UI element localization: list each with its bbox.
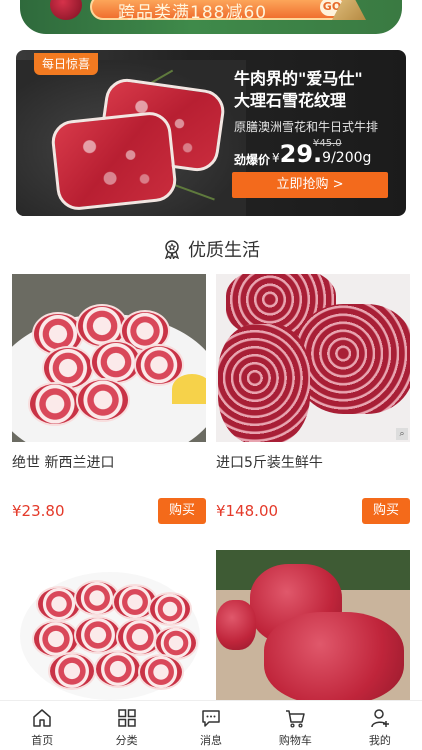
beef-shank-image (218, 324, 310, 442)
price-unit: /200g (331, 150, 372, 166)
product-image-beef-shank[interactable]: ⌕ (216, 274, 410, 442)
product-price: ¥148.00 (216, 502, 279, 520)
beef-fillet-image (216, 600, 256, 650)
lemon-slice-image (172, 374, 206, 404)
tab-label: 分类 (115, 734, 138, 747)
product-card[interactable]: ⌕ 进口5斤装生鲜牛 ¥148.00 购买 (216, 274, 410, 524)
cart-icon (286, 710, 306, 728)
product-card[interactable]: 绝世 新西兰进口 ¥23.80 购买 (12, 274, 206, 524)
daily-surprise-card[interactable]: 每日惊喜 牛肉界的"爱马仕" 大理石雪花纹理 原膳澳洲雪花和牛日式牛排 ¥45.… (16, 50, 406, 216)
buy-button[interactable]: 购买 (362, 498, 410, 524)
daily-surprise-tag: 每日惊喜 (34, 53, 99, 75)
promo-headline-line2: 大理石雪花纹理 (234, 91, 347, 110)
grid-icon (117, 709, 136, 727)
user-add-icon (371, 709, 389, 728)
meat-roll (138, 654, 184, 690)
promo-pill: 跨品类满188减60 GO (90, 0, 352, 23)
bottom-tab-bar: 首页 分类 消息 购物车 我的 (0, 700, 422, 750)
tab-label: 首页 (31, 734, 54, 747)
product-image-beef-rolls[interactable] (12, 550, 206, 700)
beef-shank-image (296, 304, 410, 414)
promo-headline: 牛肉界的"爱马仕" 大理石雪花纹理 (234, 68, 363, 112)
product-card[interactable] (216, 550, 410, 700)
meat-roll (94, 650, 142, 688)
price-label: 劲爆价 (234, 153, 271, 167)
promo-pill-text: 跨品类满188减60 (118, 3, 268, 23)
promo-price: 劲爆价 ¥29.9/200g (234, 140, 371, 168)
product-image-beef-fillet[interactable] (216, 550, 410, 700)
ribbon-badge-icon (164, 240, 180, 259)
product-name[interactable]: 进口5斤装生鲜牛 (216, 452, 410, 472)
top-promo-banner[interactable]: 跨品类满188减60 GO (20, 0, 402, 34)
meat-roll (48, 652, 96, 690)
decoration-fruit (50, 0, 82, 20)
section-title: 优质生活 (0, 236, 422, 262)
beef-fillet-image (264, 612, 404, 700)
tab-cart[interactable]: 购物车 (253, 701, 337, 750)
promo-headline-line1: 牛肉界的"爱马仕" (234, 69, 363, 88)
promo-subtitle: 原膳澳洲雪花和牛日式牛排 (234, 120, 379, 134)
message-icon (202, 710, 220, 727)
meat-roll (76, 378, 130, 422)
product-name[interactable]: 绝世 新西兰进口 (12, 452, 206, 472)
product-image-lamb-rolls[interactable] (12, 274, 206, 442)
tab-label: 我的 (368, 734, 391, 747)
tab-profile[interactable]: 我的 (338, 701, 422, 750)
steak-image (49, 109, 179, 213)
section-title-text: 优质生活 (188, 240, 260, 261)
zoom-icon: ⌕ (396, 428, 408, 440)
buy-button[interactable]: 购买 (158, 498, 206, 524)
tab-home[interactable]: 首页 (0, 701, 84, 750)
tab-messages[interactable]: 消息 (169, 701, 253, 750)
meat-roll (74, 616, 122, 654)
tab-category[interactable]: 分类 (84, 701, 168, 750)
tab-label: 购物车 (278, 734, 312, 747)
product-card[interactable] (12, 550, 206, 700)
price-main: 29. (279, 140, 323, 168)
meat-roll (148, 592, 192, 626)
price-decimal: 9 (322, 150, 332, 166)
price-symbol: ¥ (272, 151, 280, 165)
home-icon (33, 709, 51, 727)
meat-roll (28, 382, 82, 426)
tab-label: 消息 (200, 734, 223, 747)
buy-now-button[interactable]: 立即抢购 > (232, 172, 388, 198)
product-price: ¥23.80 (12, 502, 65, 520)
